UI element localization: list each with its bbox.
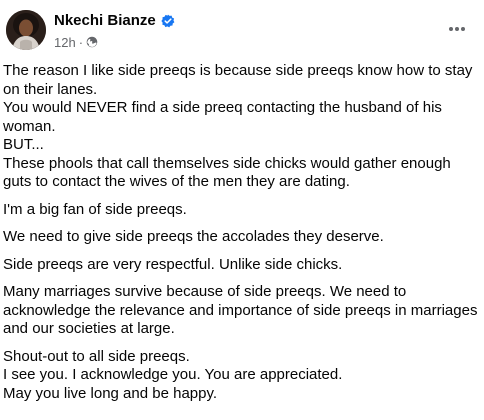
text-line: The reason I like side preeqs is because… xyxy=(3,62,473,98)
facebook-post: Nkechi Bianze 12h · The reason I like si… xyxy=(0,0,484,420)
text-line: I see you. I acknowledge you. You are ap… xyxy=(3,366,343,383)
author-line: Nkechi Bianze xyxy=(54,10,175,32)
author-name[interactable]: Nkechi Bianze xyxy=(54,11,156,31)
text-line: Side preeqs are very respectful. Unlike … xyxy=(3,255,343,273)
post-text: The reason I like side preeqs is because… xyxy=(3,62,481,412)
meta-separator: · xyxy=(78,34,84,50)
text-line: BUT... xyxy=(3,136,44,153)
text-line: We need to give side preeqs the accolade… xyxy=(3,228,384,245)
post-timestamp[interactable]: 12h xyxy=(54,35,76,50)
paragraph: We need to give side preeqs the accolade… xyxy=(3,228,481,247)
paragraph: The reason I like side preeqs is because… xyxy=(3,62,481,192)
text-line: I'm a big fan of side preeqs. xyxy=(3,200,187,218)
verified-badge-icon xyxy=(161,14,175,28)
paragraph: Many marriages survive because of side p… xyxy=(3,283,481,339)
text-line: These phools that call themselves side c… xyxy=(3,154,451,191)
paragraph: Side preeqs are very respectful. Unlike … xyxy=(3,256,481,275)
more-options-button[interactable] xyxy=(444,16,470,42)
text-line: Shout-out to all side preeqs. xyxy=(3,347,190,365)
text-line: May you live long and be happy. xyxy=(3,384,218,402)
globe-icon[interactable] xyxy=(86,36,98,48)
post-meta: 12h · xyxy=(54,33,98,51)
text-line: Many marriages survive because of side p… xyxy=(3,283,478,337)
post-header: Nkechi Bianze 12h · xyxy=(0,0,484,60)
avatar-image xyxy=(6,10,46,50)
paragraph: Shout-out to all side preeqs. I see you.… xyxy=(3,348,481,404)
text-line: You would NEVER find a side preeq contac… xyxy=(3,99,442,135)
avatar[interactable] xyxy=(6,10,46,50)
paragraph: I'm a big fan of side preeqs. xyxy=(3,201,481,220)
more-horizontal-icon xyxy=(449,27,465,31)
